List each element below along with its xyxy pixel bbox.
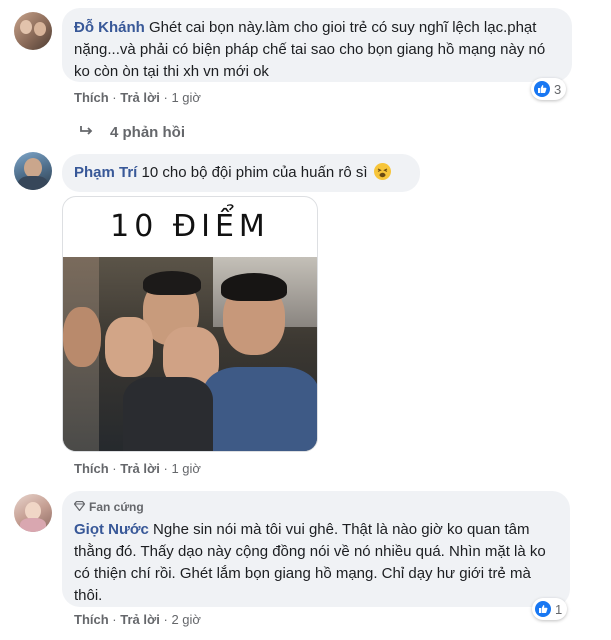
comment-bubble: Phạm Trí 10 cho bộ đội phim của huấn rô …: [62, 154, 420, 192]
avatar[interactable]: [14, 152, 52, 190]
photo: [63, 257, 317, 451]
comment-actions: Thích · Trả lời · 2 giờ: [74, 612, 201, 627]
timestamp[interactable]: 1 giờ: [171, 90, 201, 105]
separator: ·: [112, 90, 117, 105]
like-link[interactable]: Thích: [74, 90, 109, 105]
image-caption: 10 ĐIỂM: [110, 209, 270, 244]
reaction-number: 3: [554, 81, 562, 97]
comment-text: 10 cho bộ đội phim của huấn rô sì: [141, 164, 368, 181]
separator: ·: [163, 461, 168, 476]
comment-actions: Thích · Trả lời · 1 giờ: [74, 90, 201, 105]
reaction-count[interactable]: 1: [532, 598, 568, 620]
separator: ·: [163, 612, 168, 627]
badge: Fan cứng: [73, 499, 558, 515]
timestamp[interactable]: 2 giờ: [171, 612, 201, 627]
comment-text: Ghét cai bọn này.làm cho gioi trẻ có suy…: [74, 19, 546, 80]
reaction-number: 1: [555, 601, 563, 617]
like-link[interactable]: Thích: [74, 612, 109, 627]
thumbs-up-icon: [535, 601, 551, 617]
comment-actions: Thích · Trả lời · 1 giờ: [74, 461, 201, 476]
diamond-icon: [73, 500, 86, 514]
reaction-count[interactable]: 3: [531, 78, 567, 100]
comment-bubble: Đỗ Khánh Ghét cai bọn này.làm cho gioi t…: [62, 8, 572, 82]
like-link[interactable]: Thích: [74, 461, 109, 476]
timestamp[interactable]: 1 giờ: [171, 461, 201, 476]
separator: ·: [112, 612, 117, 627]
badge-label: Fan cứng: [89, 500, 144, 514]
reply-link[interactable]: Trả lời: [120, 612, 160, 627]
comment-bubble: Fan cứng Giọt Nước Nghe sin nói mà tôi v…: [62, 491, 570, 607]
separator: ·: [163, 90, 168, 105]
replies-count: 4 phản hồi: [110, 124, 185, 141]
tired-face-emoji-icon: [373, 163, 391, 180]
author-name[interactable]: Giọt Nước: [74, 521, 149, 538]
reply-arrow-icon: [80, 124, 102, 141]
author-name[interactable]: Phạm Trí: [74, 164, 137, 181]
view-replies-link[interactable]: 4 phản hồi: [80, 124, 185, 141]
reply-link[interactable]: Trả lời: [120, 90, 160, 105]
thumbs-up-icon: [534, 81, 550, 97]
avatar[interactable]: [14, 494, 52, 532]
avatar[interactable]: [14, 12, 52, 50]
comment-image[interactable]: 10 ĐIỂM: [62, 196, 318, 452]
author-name[interactable]: Đỗ Khánh: [74, 19, 145, 36]
separator: ·: [112, 461, 117, 476]
reply-link[interactable]: Trả lời: [120, 461, 160, 476]
